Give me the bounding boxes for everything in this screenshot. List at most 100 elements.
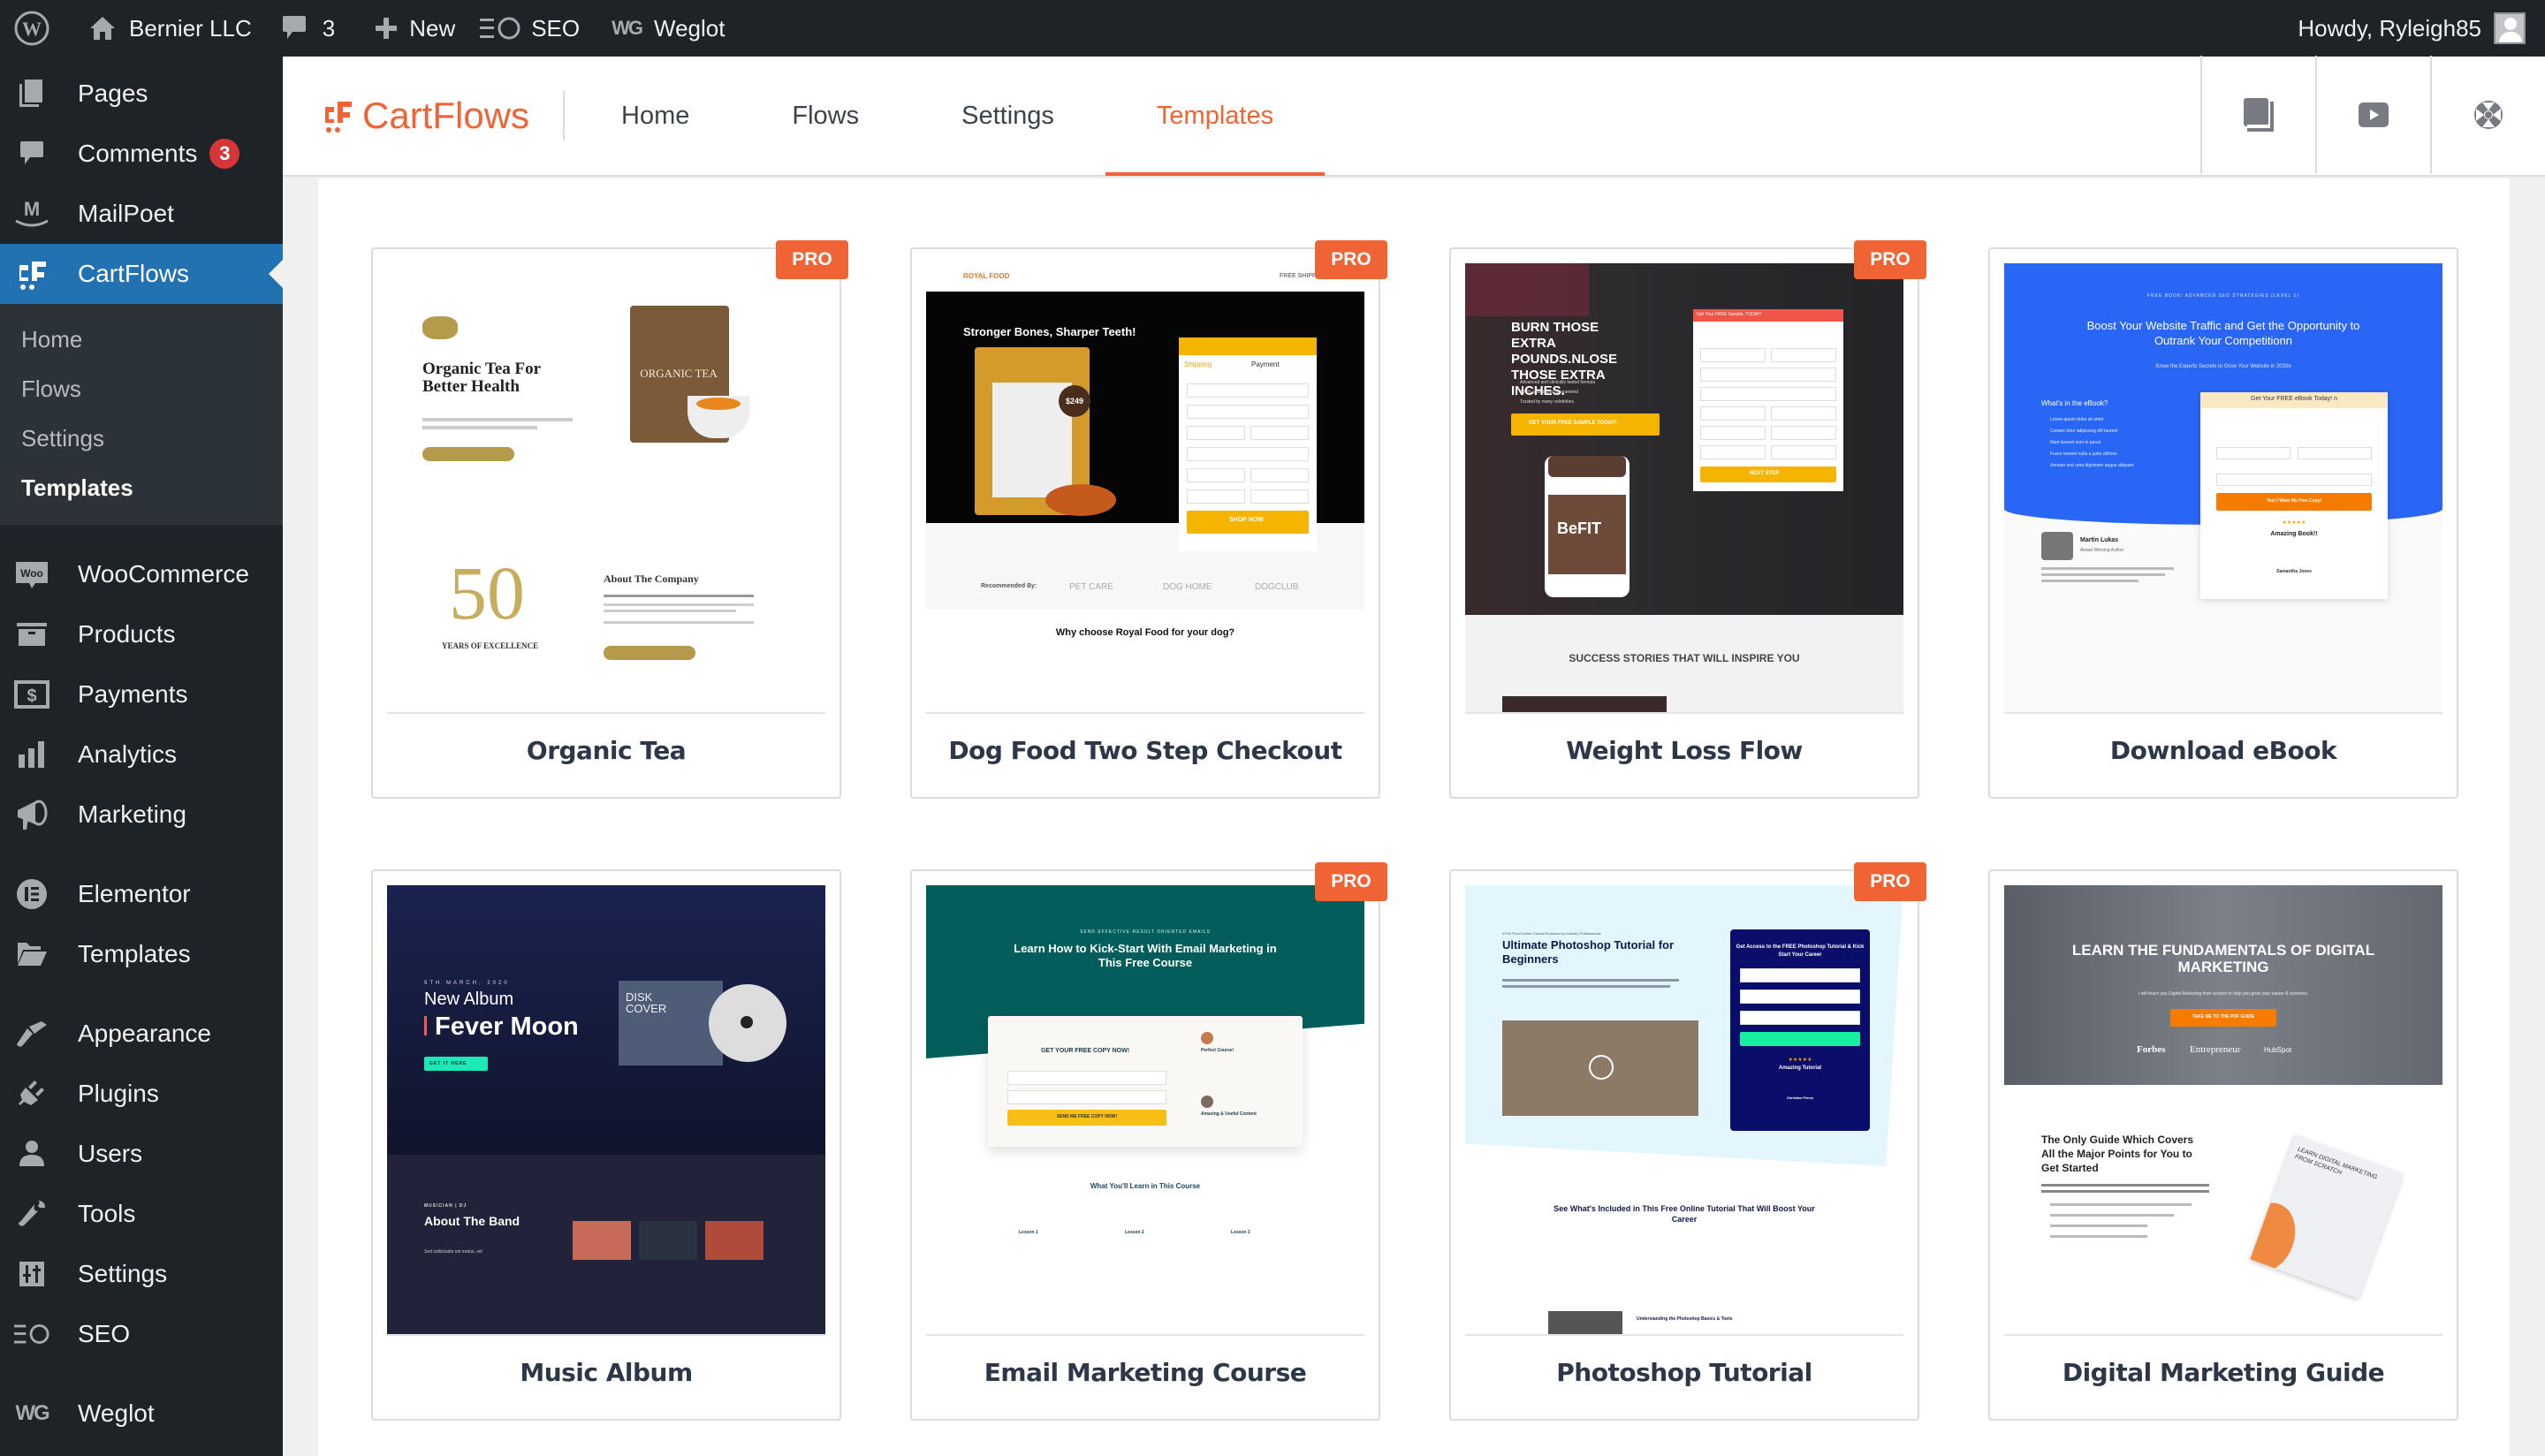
sidebar-item-plugins[interactable]: Plugins — [0, 1064, 283, 1124]
template-title: Digital Marketing Guide — [2062, 1358, 2385, 1387]
preview-sub: I will teach you Digital Marketing from … — [2138, 991, 2309, 997]
preview-lesson: Lesson 2 — [1125, 1230, 1144, 1235]
preview-heading: Boost Your Website Traffic and Get the O… — [2086, 319, 2360, 347]
preview-heading: Stronger Bones, Sharper Teeth! — [963, 325, 1136, 338]
users-icon — [14, 1136, 49, 1172]
sidebar-item-cartflows[interactable]: CartFlows — [0, 244, 283, 304]
tools-wrench-icon — [14, 1196, 49, 1232]
sidebar-item-weglot[interactable]: WG Weglot — [0, 1384, 283, 1444]
preview-author: Martin Lukas — [2080, 537, 2119, 543]
sidebar-item-label: Weglot — [78, 1399, 155, 1427]
docs-book-icon — [2244, 98, 2274, 132]
tab-home[interactable]: Home — [570, 56, 741, 176]
template-card-download-ebook[interactable]: FREE BOOK! ADVANCED SEO STRATEGIES (LEVE… — [1988, 247, 2458, 799]
account-menu[interactable]: Howdy, Ryleigh85 — [2285, 0, 2545, 57]
new-content-button[interactable]: New — [347, 0, 467, 57]
howdy-greeting: Howdy, Ryleigh85 — [2298, 14, 2481, 42]
preview-stories: SUCCESS STORIES THAT WILL INSPIRE YOU — [1569, 652, 1800, 664]
preview-bullet: Consec tetur adipiscing elit laoreet — [2050, 428, 2118, 434]
template-card-digital-marketing-guide[interactable]: LEARN THE FUNDAMENTALS OF DIGITAL MARKET… — [1988, 869, 2458, 1421]
preview-form-title: GET YOUR FREE COPY NOW! — [1040, 1048, 1130, 1054]
tab-templates[interactable]: Templates — [1105, 56, 1326, 176]
preview-cta: GET YOUR FREE SAMPLE TODAY! — [1529, 421, 1617, 426]
sidebar-item-woocommerce[interactable]: Woo WooCommerce — [0, 544, 283, 604]
template-card-organic-tea[interactable]: PRO Organic Tea For Better Health ORGANI… — [371, 240, 848, 799]
pro-badge: PRO — [1854, 240, 1926, 279]
template-card-email-marketing-course[interactable]: PRO SEND EFFECTIVE-RESULT ORIENTED EMAIL… — [910, 862, 1387, 1421]
sidebar-item-settings[interactable]: Settings — [0, 1244, 283, 1304]
plugins-icon — [14, 1076, 49, 1111]
appearance-brush-icon — [14, 1016, 49, 1051]
sidebar-item-comments[interactable]: Comments 3 — [0, 124, 283, 184]
logo-text: CartFlows — [362, 95, 530, 136]
tab-settings[interactable]: Settings — [910, 56, 1105, 176]
preview-cta: GET IT HERE — [429, 1061, 467, 1066]
submenu-settings[interactable]: Settings — [0, 413, 283, 463]
template-preview: A Full Proof Online Tutorial Endorsed by… — [1465, 885, 1903, 1336]
products-icon — [14, 617, 49, 652]
template-preview: BURN THOSE EXTRA POUNDS.NLOSE THOSE EXTR… — [1465, 263, 1903, 714]
preview-bullet: Aenean sed urna dignissim augue aliquam — [2050, 463, 2134, 468]
sidebar-item-users[interactable]: Users — [0, 1124, 283, 1184]
preview-heading: Fever Moon — [435, 1012, 579, 1041]
preview-reviewer: Christian Pierce — [1786, 1096, 1814, 1100]
template-card-weight-loss-flow[interactable]: PRO BURN THOSE EXTRA POUNDS.NLOSE THOSE … — [1449, 240, 1926, 799]
seo-icon — [480, 17, 520, 40]
sidebar-item-mailpoet[interactable]: M MailPoet — [0, 184, 283, 244]
wordpress-logo-button[interactable]: W — [0, 0, 62, 57]
elementor-icon — [14, 876, 49, 912]
sidebar-item-pages[interactable]: Pages — [0, 64, 283, 124]
template-card-photoshop-tutorial[interactable]: PRO A Full Proof Online Tutorial Endorse… — [1449, 862, 1926, 1421]
template-title: Organic Tea — [526, 736, 687, 765]
submenu-flows[interactable]: Flows — [0, 364, 283, 413]
cartflows-logo[interactable]: CartFlows — [283, 91, 566, 140]
preview-cta: TAKE ME TO THE PDF GUIDE — [2192, 1014, 2255, 1020]
sidebar-item-label: MailPoet — [78, 200, 174, 227]
sidebar-item-elementor-templates[interactable]: Templates — [0, 924, 283, 984]
preview-cta: SHOP NOW — [1229, 517, 1264, 523]
template-title: Download eBook — [2109, 736, 2337, 765]
video-tutorials-button[interactable] — [2315, 56, 2430, 174]
submenu-templates[interactable]: Templates — [0, 463, 283, 512]
sidebar-item-tools[interactable]: Tools — [0, 1184, 283, 1244]
marketing-megaphone-icon — [14, 797, 49, 832]
sidebar-item-appearance[interactable]: Appearance — [0, 1004, 283, 1064]
sidebar-item-label: Tools — [78, 1200, 136, 1227]
template-preview: 9TH MARCH, 2020 New Album Fever Moon GET… — [387, 885, 825, 1336]
plus-icon — [376, 18, 398, 39]
preview-logo: Forbes — [2137, 1044, 2166, 1055]
submenu-home[interactable]: Home — [0, 315, 283, 364]
tab-flows[interactable]: Flows — [741, 56, 910, 176]
preview-reviewer: Samantha Jones — [2276, 569, 2312, 574]
sidebar-item-seo[interactable]: SEO — [0, 1304, 283, 1364]
preview-why: Why choose Royal Food for your dog? — [1055, 627, 1235, 638]
template-card-dog-food-two-step-checkout[interactable]: PRO ROYAL FOOD FREE SHIPPING Stronger Bo… — [910, 240, 1387, 799]
templates-grid: PRO Organic Tea For Better Health ORGANI… — [371, 240, 2458, 1421]
svg-text:$: $ — [27, 686, 36, 706]
preview-cta: SEND ME FREE COPY NOW! — [1056, 1114, 1118, 1119]
sidebar-item-label: Pages — [78, 80, 148, 107]
sidebar-item-products[interactable]: Products — [0, 604, 283, 664]
sidebar-item-label: Appearance — [78, 1020, 212, 1047]
template-preview: FREE BOOK! ADVANCED SEO STRATEGIES (LEVE… — [2004, 263, 2442, 714]
preview-step1: Shipping — [1184, 360, 1212, 368]
sidebar-item-marketing[interactable]: Marketing — [0, 785, 283, 845]
preview-lesson: Lesson 1 — [1019, 1230, 1038, 1235]
pro-badge: PRO — [1854, 862, 1926, 901]
svg-text:Woo: Woo — [20, 567, 43, 580]
sidebar-item-elementor[interactable]: Elementor — [0, 864, 283, 924]
template-card-music-album[interactable]: 9TH MARCH, 2020 New Album Fever Moon GET… — [371, 869, 841, 1421]
site-name-link[interactable]: Bernier LLC — [62, 0, 264, 57]
sidebar-item-label: SEO — [78, 1320, 131, 1347]
comments-link[interactable]: 3 — [264, 0, 347, 57]
preview-bullet: Advanced and clinically tested formula — [1520, 380, 1596, 385]
preview-kicker: FREE BOOK! ADVANCED SEO STRATEGIES (LEVE… — [2147, 293, 2299, 299]
preview-recommended: Recommended By: — [981, 583, 1037, 589]
seo-menu[interactable]: SEO — [467, 0, 592, 57]
preview-bullet: Trusted by many celebrities — [1520, 399, 1574, 405]
support-button[interactable] — [2430, 56, 2545, 174]
docs-button[interactable] — [2200, 56, 2315, 174]
sidebar-item-analytics[interactable]: Analytics — [0, 724, 283, 785]
weglot-menu[interactable]: WG Weglot — [592, 0, 737, 57]
sidebar-item-payments[interactable]: $ Payments — [0, 664, 283, 724]
